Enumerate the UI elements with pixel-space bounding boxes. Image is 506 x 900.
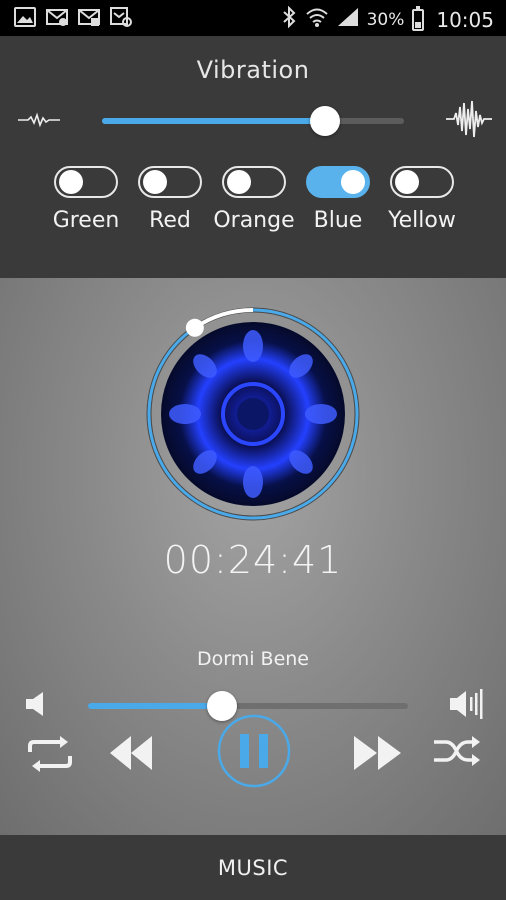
weak-wave-icon — [18, 112, 60, 128]
timer-readout: 00:24:41 — [163, 538, 343, 582]
track-title: Dormi Bene — [196, 648, 309, 670]
message-icon — [78, 7, 100, 27]
toggle-orange[interactable]: Orange — [212, 166, 296, 233]
clock: 10:05 — [436, 7, 494, 32]
toggle-switch[interactable] — [222, 166, 286, 198]
toggle-knob — [143, 170, 167, 194]
music-tab-label[interactable]: MUSIC — [0, 856, 506, 880]
wifi-icon — [305, 7, 329, 32]
volume-slider-fill — [88, 703, 223, 709]
ring-remaining-arc — [147, 308, 359, 520]
toggle-label: Red — [149, 208, 191, 233]
toggle-knob — [395, 170, 419, 194]
battery-icon — [412, 5, 425, 31]
toggle-knob — [341, 170, 365, 194]
system-icons: 30% 10:05 — [281, 5, 494, 33]
gallery-icon — [14, 7, 36, 27]
shuffle-icon[interactable] — [432, 734, 482, 770]
bluetooth-icon — [281, 5, 297, 33]
pause-button[interactable] — [217, 714, 291, 788]
toggle-switch[interactable] — [138, 166, 202, 198]
toggle-green[interactable]: Green — [44, 166, 128, 233]
vibration-slider-thumb[interactable] — [310, 106, 341, 136]
bottom-bar[interactable]: MUSIC — [0, 835, 506, 900]
music-app-screen: 30% 10:05 Vibration Green Red Orange Blu… — [0, 0, 506, 900]
vibration-slider-row — [0, 98, 506, 142]
playback-controls — [0, 714, 506, 794]
toggle-label: Green — [52, 208, 120, 233]
toggle-switch[interactable] — [54, 166, 118, 198]
toggle-label: Orange — [213, 208, 295, 233]
player-area: 00:24:41 Dormi Bene — [0, 278, 506, 835]
signal-icon — [337, 7, 359, 32]
battery-percent: 30% — [366, 9, 405, 30]
notification-icons — [14, 7, 132, 27]
rewind-icon[interactable] — [108, 734, 154, 772]
toggle-yellow[interactable]: Yellow — [380, 166, 464, 233]
toggle-switch[interactable] — [306, 166, 370, 198]
vibration-title: Vibration — [196, 56, 310, 84]
timer-disc[interactable] — [145, 306, 361, 522]
toggle-knob — [59, 170, 83, 194]
repeat-icon[interactable] — [24, 736, 76, 772]
toggle-label: Blue — [313, 208, 363, 233]
vibration-panel: Vibration Green Red Orange Blue Yellow — [0, 36, 506, 278]
vibration-slider-fill — [102, 118, 326, 124]
color-toggles: Green Red Orange Blue Yellow — [0, 166, 506, 246]
ring-knob[interactable] — [185, 318, 204, 337]
status-bar: 30% 10:05 — [0, 0, 506, 36]
pause-icon — [217, 714, 291, 788]
toggle-knob — [227, 170, 251, 194]
fast-forward-icon[interactable] — [352, 734, 404, 772]
missed-call-icon — [46, 7, 68, 27]
toggle-red[interactable]: Red — [128, 166, 212, 233]
voicemail-icon — [110, 7, 132, 27]
volume-slider[interactable] — [88, 691, 408, 721]
toggle-blue[interactable]: Blue — [296, 166, 380, 233]
toggle-label: Yellow — [388, 208, 456, 233]
timer-progress-ring — [147, 308, 359, 520]
strong-wave-icon — [446, 100, 492, 138]
toggle-switch[interactable] — [390, 166, 454, 198]
ring-elapsed-arc — [193, 308, 254, 330]
vibration-slider[interactable] — [102, 106, 404, 136]
